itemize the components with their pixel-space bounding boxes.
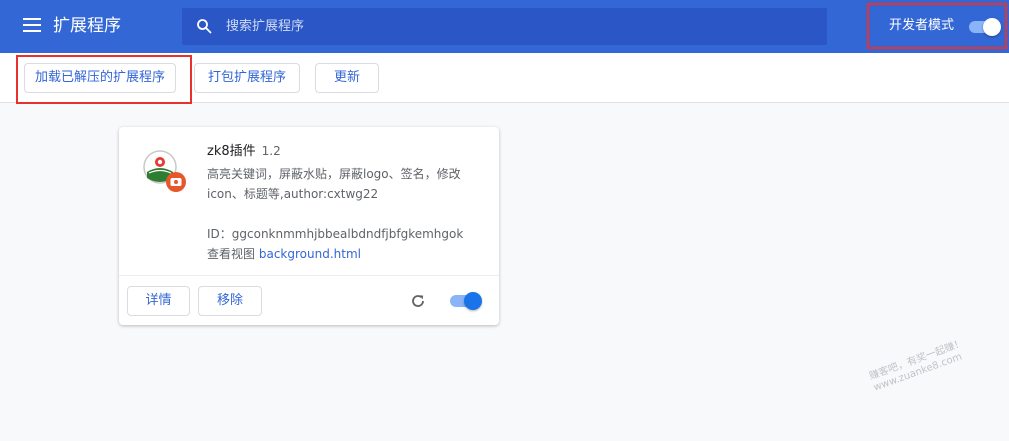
pack-extension-button[interactable]: 打包扩展程序 [194,63,300,93]
update-button[interactable]: 更新 [315,63,379,93]
extension-logo-icon [143,150,186,192]
extension-card: zk8插件 1.2 高亮关键词，屏蔽水贴，屏蔽logo、签名，修改icon、标题等… [119,127,499,325]
search-input[interactable] [226,8,816,45]
inspect-views-label: 查看视图 [207,247,256,261]
extensions-page: 扩展程序 开发者模式 加载已解压的扩展程序 打包扩展程序 更新 [0,0,1009,441]
details-button[interactable]: 详情 [127,286,190,316]
extension-enable-toggle[interactable] [450,292,482,310]
reload-icon[interactable] [410,293,426,309]
extension-name: zk8插件 [207,144,256,159]
extension-name-row: zk8插件 1.2 [207,142,281,161]
watermark: 赚客吧，有奖一起赚！ www.zuanke8.com [868,338,970,395]
remove-button[interactable]: 移除 [198,286,262,316]
hamburger-menu-icon[interactable] [23,18,41,32]
search-box[interactable] [182,8,827,45]
card-divider [119,275,499,276]
header-bar: 扩展程序 开发者模式 [0,0,1009,53]
page-title: 扩展程序 [53,16,121,36]
search-icon [197,19,212,34]
developer-mode-highlight: 开发者模式 [867,3,1007,49]
extension-description: 高亮关键词，屏蔽水贴，屏蔽logo、签名，修改icon、标题等,author:c… [207,167,461,201]
extension-version: 1.2 [261,144,281,158]
extension-id: ID：ggconknmmhjbbealbdndfjbfgkemhgok [207,227,464,241]
background-page-link[interactable]: background.html [259,247,361,261]
developer-mode-toggle[interactable] [969,18,1001,36]
developer-mode-label: 开发者模式 [889,18,955,33]
load-unpacked-button[interactable]: 加载已解压的扩展程序 [24,63,176,93]
dev-toolbar: 加载已解压的扩展程序 打包扩展程序 更新 [0,53,1009,104]
inspect-views: 查看视图 background.html [207,244,361,264]
